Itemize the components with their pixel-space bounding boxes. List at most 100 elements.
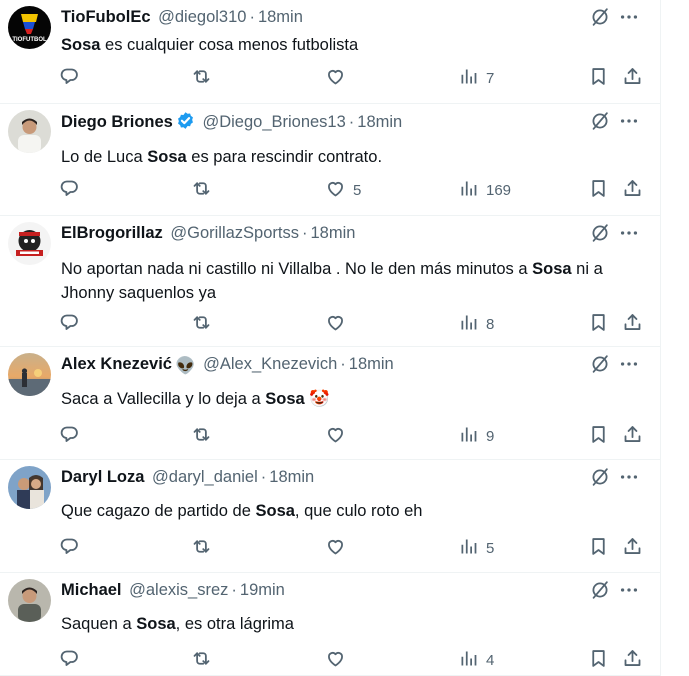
like-button[interactable] (325, 649, 353, 671)
more-icon[interactable] (618, 222, 640, 244)
bookmark-button[interactable] (588, 649, 609, 671)
grok-icon[interactable] (589, 579, 611, 601)
retweet-button[interactable] (191, 649, 212, 671)
bookmark-button[interactable] (588, 67, 609, 89)
share-icon (622, 178, 643, 203)
reply-button[interactable] (59, 313, 80, 335)
text-segment: Lo de Luca (61, 148, 148, 166)
avatar[interactable] (8, 222, 51, 265)
reply-button[interactable] (59, 179, 80, 201)
display-name[interactable]: Alex Knezević (61, 355, 172, 373)
tweet-header: Alex Knezević 👽 @Alex_Knezevich · 18min (61, 354, 600, 376)
views-button[interactable]: 5 (458, 537, 494, 559)
reply-button[interactable] (59, 537, 80, 559)
bookmark-button[interactable] (588, 537, 609, 559)
grok-icon[interactable] (589, 222, 611, 244)
retweet-button[interactable] (191, 67, 212, 89)
avatar[interactable] (8, 353, 51, 396)
handle[interactable]: @Alex_Knezevich (203, 355, 337, 373)
action-bar: 4 (59, 649, 646, 671)
tweet-text: Que cagazo de partido de Sosa, que culo … (61, 499, 646, 523)
reply-button[interactable] (59, 425, 80, 447)
views-icon (458, 648, 479, 673)
views-button[interactable]: 4 (458, 649, 494, 671)
more-icon[interactable] (618, 579, 640, 601)
like-count: 5 (353, 181, 362, 199)
bookmark-icon (588, 66, 609, 91)
handle[interactable]: @diegol310 (158, 8, 246, 26)
timestamp[interactable]: 18min (310, 224, 355, 242)
views-icon (458, 424, 479, 449)
separator-dot: · (340, 355, 346, 373)
separator-dot: · (260, 468, 267, 486)
retweet-button[interactable] (191, 425, 212, 447)
more-icon[interactable] (618, 353, 640, 375)
view-count: 4 (486, 651, 495, 669)
avatar[interactable] (8, 466, 51, 509)
grok-icon[interactable] (589, 110, 611, 132)
timestamp[interactable]: 18min (357, 113, 402, 131)
avatar[interactable]: TIOFUTBOL (8, 6, 51, 49)
like-button[interactable] (325, 537, 353, 559)
retweet-button[interactable] (191, 537, 212, 559)
view-count: 8 (486, 315, 495, 333)
more-icon[interactable] (618, 110, 640, 132)
bookmark-button[interactable] (588, 179, 609, 201)
timestamp[interactable]: 18min (258, 8, 303, 26)
like-icon (325, 312, 346, 337)
handle[interactable]: @GorillazSportss (170, 224, 299, 242)
grok-icon[interactable] (589, 6, 611, 28)
views-icon (458, 312, 479, 337)
timestamp[interactable]: 18min (349, 355, 394, 373)
avatar[interactable] (8, 110, 51, 153)
handle[interactable]: @alexis_srez (129, 581, 228, 599)
retweet-button[interactable] (191, 179, 212, 201)
more-icon[interactable] (618, 6, 640, 28)
share-button[interactable] (622, 179, 643, 201)
timestamp[interactable]: 18min (269, 468, 314, 486)
display-name[interactable]: Daryl Loza (61, 468, 144, 486)
handle[interactable]: @Diego_Briones13 (202, 113, 345, 131)
avatar[interactable] (8, 579, 51, 622)
display-name[interactable]: ElBrogorillaz (61, 224, 163, 242)
views-button[interactable]: 7 (458, 67, 494, 89)
display-name[interactable]: Diego Briones (61, 113, 173, 131)
timestamp[interactable]: 19min (240, 581, 285, 599)
like-button[interactable] (325, 313, 353, 335)
tweet[interactable]: Daryl Loza @daryl_daniel · 18min Que cagazo… (0, 460, 660, 573)
tweet[interactable]: TIOFUTBOL TioFubolEc @diegol310 · 18min Sosa… (0, 0, 660, 104)
like-button[interactable]: 5 (325, 179, 361, 201)
retweet-button[interactable] (191, 313, 212, 335)
tweet[interactable]: Michael @alexis_srez · 19min Saquen a Sosa,… (0, 573, 660, 676)
share-icon (622, 66, 643, 91)
grok-icon[interactable] (589, 353, 611, 375)
share-button[interactable] (622, 537, 643, 559)
bookmark-button[interactable] (588, 425, 609, 447)
like-icon (325, 648, 346, 673)
share-button[interactable] (622, 649, 643, 671)
display-name[interactable]: TioFubolEc (61, 8, 151, 26)
tweet[interactable]: Diego Briones @Diego_Briones13 · 18min Lo d… (0, 104, 660, 216)
tweet-text: Lo de Luca Sosa es para rescindir contra… (61, 145, 646, 169)
views-button[interactable]: 169 (458, 179, 511, 201)
views-button[interactable]: 8 (458, 313, 494, 335)
display-name[interactable]: Michael (61, 581, 122, 599)
reply-button[interactable] (59, 67, 80, 89)
bookmark-button[interactable] (588, 313, 609, 335)
like-button[interactable] (325, 67, 353, 89)
share-button[interactable] (622, 425, 643, 447)
reply-button[interactable] (59, 649, 80, 671)
handle[interactable]: @daryl_daniel (152, 468, 258, 486)
views-button[interactable]: 9 (458, 425, 494, 447)
tweet[interactable]: Alex Knezević 👽 @Alex_Knezevich · 18min Saca… (0, 347, 660, 460)
like-icon (325, 536, 346, 561)
more-icon[interactable] (618, 466, 640, 488)
share-button[interactable] (622, 67, 643, 89)
like-button[interactable] (325, 425, 353, 447)
share-button[interactable] (622, 313, 643, 335)
views-icon (458, 178, 479, 203)
grok-icon[interactable] (589, 466, 611, 488)
tweet[interactable]: ElBrogorillaz @GorillazSportss · 18min No a… (0, 216, 660, 347)
like-icon (325, 424, 346, 449)
highlighted-term: Sosa (147, 148, 187, 166)
